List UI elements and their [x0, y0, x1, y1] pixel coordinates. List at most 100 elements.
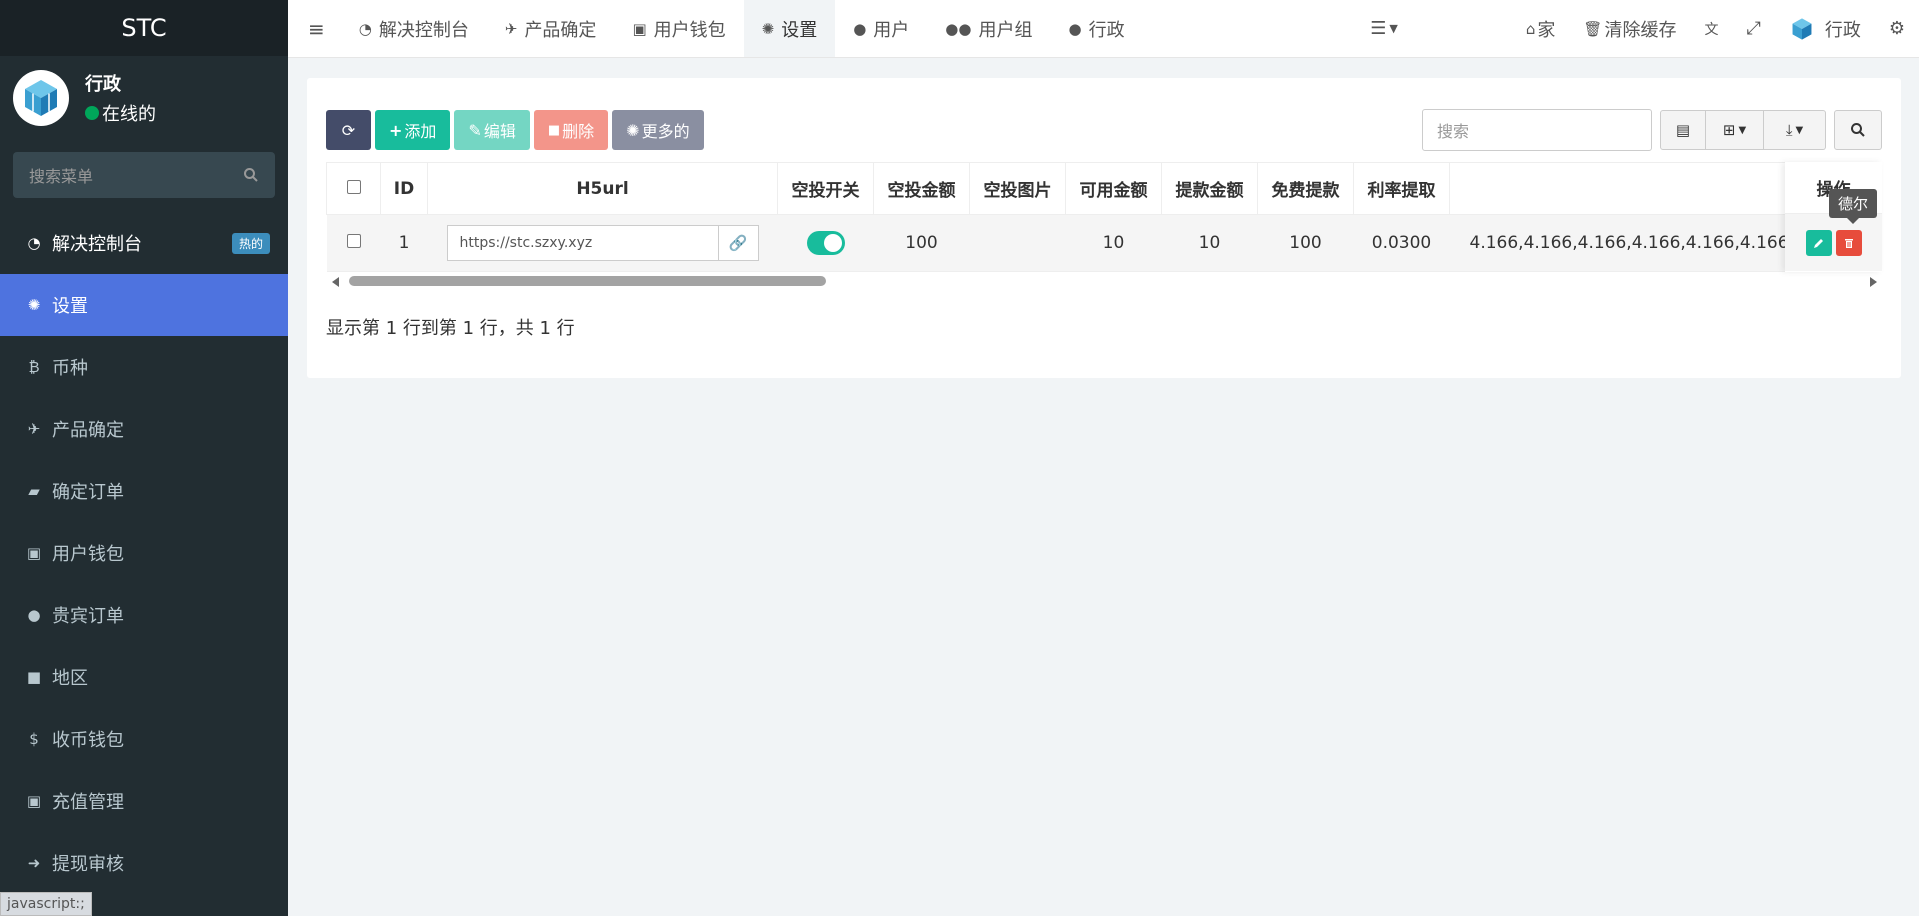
search-button[interactable]	[1834, 110, 1882, 150]
th-rate[interactable]: 利率提取	[1353, 162, 1450, 215]
sidebar-item-region[interactable]: ■ 地区	[0, 646, 288, 708]
sidebar-item-recharge[interactable]: ▣ 充值管理	[0, 770, 288, 832]
pagination-info: 显示第 1 行到第 1 行，共 1 行	[326, 318, 575, 339]
tab-list-dropdown[interactable]: ☰ ▼	[1356, 18, 1412, 39]
fullscreen-button[interactable]: ⤢	[1732, 18, 1774, 39]
row-delete-button[interactable]	[1835, 229, 1862, 256]
row-checkbox[interactable]	[346, 234, 361, 248]
th-withdraw[interactable]: 提款金额	[1161, 162, 1258, 215]
dollar-icon: $	[29, 730, 39, 748]
tab-admin[interactable]: ● 行政	[1050, 0, 1142, 57]
status-tooltip: javascript:;	[0, 892, 92, 916]
plus-icon: +	[389, 120, 403, 140]
scroll-thumb[interactable]	[349, 276, 826, 286]
h5url-input[interactable]: https://stc.szxy.xyz	[446, 225, 719, 261]
open-link-button[interactable]: 🔗	[718, 225, 759, 261]
cell-available: 10	[1065, 214, 1162, 272]
data-table: ID H5url 空投开关 空投金额 空投图片 可用金额 提款金额 免费提款 利…	[326, 162, 1883, 272]
dashboard-icon: ◔	[27, 234, 41, 252]
table-toolbar: ⟳ + 添加 ✎ 编辑 ■ 删除 ✺ 更多的	[326, 110, 704, 150]
tab-product[interactable]: ✈ 产品确定	[487, 0, 615, 57]
trash-icon: ■	[547, 122, 561, 138]
expand-icon: ⤢	[1746, 18, 1761, 39]
th-h5url[interactable]: H5url	[427, 162, 778, 215]
ops-row	[1785, 214, 1882, 271]
bitcoin-icon: ₿	[28, 358, 40, 376]
th-airdrop-amount[interactable]: 空投金额	[873, 162, 970, 215]
scroll-right-icon[interactable]	[1870, 277, 1877, 287]
cell-airdrop-amount: 100	[873, 214, 970, 272]
clear-cache-button[interactable]: 🗑 清除缓存	[1569, 16, 1690, 42]
th-id[interactable]: ID	[380, 162, 428, 215]
sidebar-item-withdraw-review[interactable]: ➜ 提现审核	[0, 832, 288, 894]
sidebar-toggle-button[interactable]: ≡	[288, 0, 341, 57]
select-all-checkbox[interactable]	[346, 179, 361, 194]
more-button[interactable]: ✺ 更多的	[612, 110, 704, 150]
sidebar-item-dashboard[interactable]: ◔ 解决控制台 热的	[0, 212, 288, 274]
avatar-icon	[1792, 17, 1812, 40]
add-button[interactable]: + 添加	[375, 110, 451, 150]
sidebar-menu: ◔ 解决控制台 热的 ✺ 设置 ₿ 币种 ✈ 产品确定 ▰ 确定订单 ▣ 用户钱包 ● 贵宾订…	[0, 212, 288, 894]
columns-button[interactable]: ⊞ ▼	[1706, 110, 1764, 150]
gear-icon: ✺	[27, 296, 41, 314]
plane-icon: ✈	[504, 19, 518, 38]
sidebar-item-vip-orders[interactable]: ● 贵宾订单	[0, 584, 288, 646]
horizontal-scrollbar[interactable]	[326, 274, 1883, 288]
money-icon: ▣	[26, 544, 42, 562]
cell-airdrop-image	[969, 214, 1066, 272]
tab-settings[interactable]: ✺ 设置	[743, 0, 836, 57]
topbar: ≡ ◔ 解决控制台 ✈ 产品确定 ▣ 用户钱包 ✺ 设置 ● 用户 ●● 用户组 ● 行政 ☰…	[288, 0, 1919, 58]
row-select-cell	[326, 214, 381, 272]
row-edit-button[interactable]	[1805, 229, 1832, 256]
cogs-icon: ⚙	[1888, 18, 1905, 39]
menu-search-input[interactable]: 搜索菜单	[13, 152, 275, 198]
sidebar-item-currency[interactable]: ₿ 币种	[0, 336, 288, 398]
refresh-button[interactable]: ⟳	[326, 110, 371, 150]
sidebar-item-settings[interactable]: ✺ 设置	[0, 274, 288, 336]
brand-logo[interactable]: STC	[0, 0, 288, 56]
language-icon: 文	[1704, 21, 1719, 38]
th-available[interactable]: 可用金额	[1065, 162, 1162, 215]
user-icon: ●	[1068, 19, 1082, 38]
money-icon: ▣	[632, 19, 647, 38]
scroll-left-icon[interactable]	[332, 277, 339, 287]
th-free-withdraw[interactable]: 免费提款	[1257, 162, 1354, 215]
language-button[interactable]: 文	[1690, 19, 1732, 39]
sidebar-item-orders[interactable]: ▰ 确定订单	[0, 460, 288, 522]
online-dot-icon	[85, 106, 99, 120]
search-icon	[244, 168, 258, 182]
avatar	[13, 70, 69, 126]
export-button[interactable]: ⤓ ▼	[1764, 110, 1826, 150]
user-name: 行政	[85, 74, 121, 95]
control-sidebar-button[interactable]: ⚙	[1875, 18, 1919, 39]
cell-h5url: https://stc.szxy.xyz 🔗	[427, 214, 778, 272]
tab-user[interactable]: ● 用户	[835, 0, 927, 57]
home-link[interactable]: ⌂ 家	[1512, 16, 1570, 42]
money-icon: ▣	[26, 792, 42, 810]
tab-user-wallet[interactable]: ▣ 用户钱包	[614, 0, 743, 57]
hamburger-icon: ≡	[308, 16, 325, 41]
pencil-icon	[1813, 238, 1823, 248]
cell-rate: 0.0300	[1353, 214, 1450, 272]
trash-icon	[1844, 238, 1853, 248]
cell-free-withdraw: 100	[1257, 214, 1354, 272]
card-view-icon: ▤	[1675, 121, 1691, 139]
dashboard-icon: ◔	[358, 19, 372, 38]
tab-user-group[interactable]: ●● 用户组	[927, 0, 1050, 57]
delete-button[interactable]: ■ 删除	[533, 110, 609, 150]
sidebar-item-collect-wallet[interactable]: $ 收币钱包	[0, 708, 288, 770]
th-airdrop-switch[interactable]: 空投开关	[777, 162, 874, 215]
table-search-input[interactable]: 搜索	[1422, 109, 1652, 151]
sidebar-item-product[interactable]: ✈ 产品确定	[0, 398, 288, 460]
toggle-view-button[interactable]: ▤	[1660, 110, 1706, 150]
view-tools: ▤ ⊞ ▼ ⤓ ▼	[1660, 110, 1826, 150]
arrow-circle-icon: ➜	[27, 854, 41, 872]
content-panel: ⟳ + 添加 ✎ 编辑 ■ 删除 ✺ 更多的 搜索 ▤ ⊞ ▼ ⤓ ▼ ID H5url 空…	[307, 78, 1901, 378]
trash-icon: 🗑	[1583, 19, 1603, 38]
edit-button[interactable]: ✎ 编辑	[454, 110, 530, 150]
sidebar-item-user-wallet[interactable]: ▣ 用户钱包	[0, 522, 288, 584]
admin-menu[interactable]: 行政	[1775, 16, 1875, 42]
tab-dashboard[interactable]: ◔ 解决控制台	[341, 0, 487, 57]
th-airdrop-image[interactable]: 空投图片	[969, 162, 1066, 215]
airdrop-toggle[interactable]	[806, 231, 845, 255]
